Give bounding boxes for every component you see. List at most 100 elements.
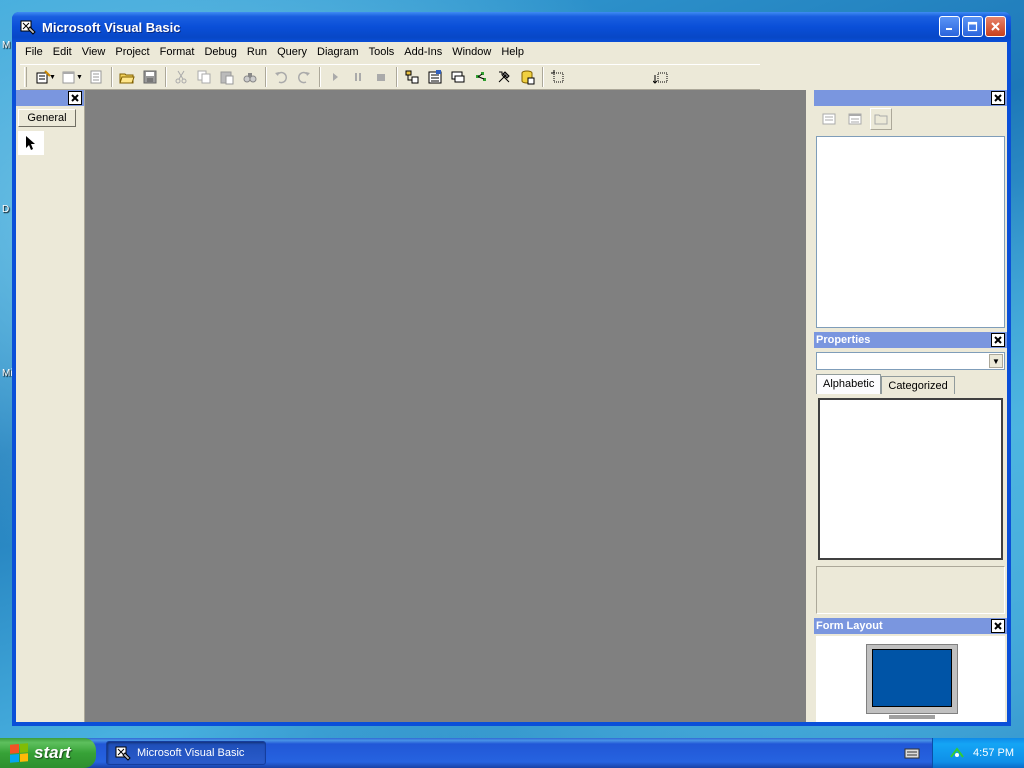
position-button[interactable] (650, 66, 673, 88)
close-button[interactable] (985, 16, 1006, 37)
desktop-icon-label[interactable]: Mi (2, 368, 13, 379)
toolbox-icon (499, 71, 511, 83)
form-layout-button[interactable] (447, 66, 470, 88)
properties-window-icon (428, 70, 442, 84)
add-form-dropdown-arrow[interactable]: ▼ (76, 74, 83, 81)
form-layout-panel: Form Layout (814, 618, 1007, 722)
form-layout-header[interactable]: Form Layout (814, 618, 1007, 634)
open-project-button[interactable] (116, 66, 139, 88)
project-explorer-icon (405, 70, 419, 84)
undo-icon (275, 71, 288, 84)
clock[interactable]: 4:57 PM (973, 747, 1014, 759)
menu-run[interactable]: Run (242, 44, 272, 60)
menu-edit[interactable]: Edit (48, 44, 77, 60)
copy-icon (197, 70, 211, 84)
desktop-icon-label[interactable]: D (2, 204, 9, 215)
end-button[interactable] (370, 66, 393, 88)
undo-button[interactable] (270, 66, 293, 88)
menu-tools[interactable]: Tools (364, 44, 400, 60)
close-icon (994, 622, 1002, 630)
save-project-button[interactable] (139, 66, 162, 88)
properties-grid[interactable] (818, 398, 1003, 560)
start-label: start (34, 743, 71, 762)
title-bar[interactable]: Microsoft Visual Basic (12, 12, 1011, 42)
tab-categorized[interactable]: Categorized (881, 376, 955, 394)
view-code-button[interactable] (818, 108, 840, 130)
system-tray: 4:57 PM (932, 738, 1024, 768)
chevron-down-icon[interactable]: ▼ (989, 354, 1003, 368)
properties-window-button[interactable] (424, 66, 447, 88)
view-object-button[interactable] (844, 108, 866, 130)
break-icon (355, 73, 362, 81)
start-button[interactable] (324, 66, 347, 88)
component-manager-button[interactable] (547, 66, 570, 88)
toolbox-panel: General (16, 90, 84, 722)
form-layout-close-button[interactable] (991, 619, 1005, 633)
toolbar-separator (264, 67, 267, 87)
start-icon (333, 73, 339, 81)
close-icon (994, 94, 1002, 102)
minimize-button[interactable] (939, 16, 960, 37)
menu-format[interactable]: Format (155, 44, 200, 60)
add-project-dropdown-arrow[interactable]: ▼ (49, 74, 56, 81)
maximize-button[interactable] (962, 16, 983, 37)
standard-toolbar: ▼ ▼ (20, 64, 760, 90)
find-icon (243, 73, 257, 83)
view-code-icon (822, 113, 836, 125)
menu-diagram[interactable]: Diagram (312, 44, 364, 60)
keyboard-icon[interactable] (904, 746, 920, 760)
toolbox-header[interactable] (16, 90, 84, 106)
toolbar-separator (318, 67, 321, 87)
close-icon (71, 94, 79, 102)
vb-app-icon (115, 746, 131, 761)
pointer-tool[interactable] (18, 131, 44, 155)
paste-button[interactable] (216, 66, 239, 88)
data-view-button[interactable] (516, 66, 539, 88)
screen-monitor-preview (866, 644, 958, 719)
menu-add-ins[interactable]: Add-Ins (399, 44, 447, 60)
form-layout-title: Form Layout (816, 620, 883, 632)
desktop-icon-label[interactable]: M (2, 40, 10, 51)
menu-view[interactable]: View (77, 44, 111, 60)
menu-query[interactable]: Query (272, 44, 312, 60)
save-project-icon (143, 70, 157, 84)
redo-button[interactable] (293, 66, 316, 88)
menu-editor-icon (90, 70, 102, 84)
form-layout-canvas[interactable] (816, 636, 1005, 722)
find-button[interactable] (239, 66, 262, 88)
toggle-folders-button[interactable] (870, 108, 892, 130)
toolbox-general-tab[interactable]: General (18, 109, 76, 127)
project-explorer-header[interactable] (814, 90, 1007, 106)
menu-window[interactable]: Window (447, 44, 496, 60)
properties-header[interactable]: Properties (814, 332, 1007, 348)
properties-close-button[interactable] (991, 333, 1005, 347)
project-tree[interactable] (816, 136, 1005, 328)
taskbar-app-button[interactable]: Microsoft Visual Basic (106, 741, 266, 765)
mdi-workspace[interactable] (84, 90, 806, 722)
form-layout-icon (451, 71, 465, 83)
toolbar-separator (110, 67, 113, 87)
menu-project[interactable]: Project (110, 44, 154, 60)
menu-editor-button[interactable] (85, 66, 108, 88)
data-view-icon (521, 70, 535, 85)
copy-button[interactable] (193, 66, 216, 88)
object-selector-dropdown[interactable]: ▼ (816, 352, 1005, 370)
start-button-taskbar[interactable]: start (0, 738, 96, 768)
open-project-icon (119, 73, 136, 84)
minimize-icon (946, 28, 952, 30)
project-explorer-close-button[interactable] (991, 91, 1005, 105)
toolbar-grip[interactable] (24, 67, 27, 87)
menu-file[interactable]: File (20, 44, 48, 60)
project-explorer-button[interactable] (401, 66, 424, 88)
toolbox-button[interactable] (493, 66, 516, 88)
cut-button[interactable] (170, 66, 193, 88)
network-icon[interactable] (949, 745, 965, 761)
break-button[interactable] (347, 66, 370, 88)
form-preview-screen[interactable] (872, 649, 952, 707)
toolbox-close-button[interactable] (68, 91, 82, 105)
menu-debug[interactable]: Debug (199, 44, 241, 60)
object-browser-button[interactable] (470, 66, 493, 88)
tab-alphabetic[interactable]: Alphabetic (816, 374, 882, 394)
menu-help[interactable]: Help (496, 44, 529, 60)
right-dock: Properties ▼ Alphabetic Categorized Form… (814, 90, 1007, 722)
